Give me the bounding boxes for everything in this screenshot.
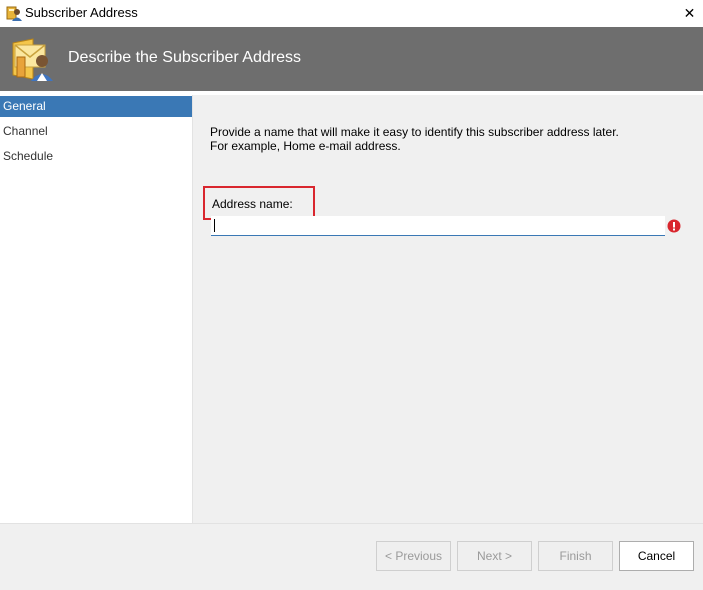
general-page: Provide a name that will make it easy to… — [193, 95, 703, 523]
close-icon: ✕ — [683, 5, 696, 21]
nav-item-label: Channel — [3, 124, 48, 138]
nav-item-general[interactable]: General — [0, 96, 192, 117]
wizard-navigation: General Channel Schedule — [0, 95, 193, 523]
address-name-input[interactable] — [211, 216, 665, 236]
description-line: For example, Home e-mail address. — [210, 139, 401, 153]
nav-item-label: General — [3, 99, 46, 113]
nav-item-label: Schedule — [3, 149, 54, 163]
close-button[interactable]: ✕ — [676, 0, 703, 27]
wizard-banner: Describe the Subscriber Address — [0, 27, 703, 91]
app-icon — [6, 5, 22, 21]
cancel-button[interactable]: Cancel — [619, 541, 694, 571]
previous-button[interactable]: < Previous — [376, 541, 451, 571]
wizard-footer: < Previous Next > Finish Cancel — [0, 523, 703, 590]
page-description: Provide a name that will make it easy to… — [210, 125, 680, 153]
nav-item-channel[interactable]: Channel — [0, 121, 192, 142]
text-caret — [214, 219, 215, 232]
title-bar: Subscriber Address ✕ — [0, 0, 703, 27]
address-name-label: Address name: — [212, 197, 293, 211]
subscriber-icon — [9, 35, 57, 83]
address-name-label-highlight: Address name: — [203, 186, 315, 220]
window-title: Subscriber Address — [25, 5, 138, 20]
nav-item-schedule[interactable]: Schedule — [0, 146, 192, 167]
error-icon — [667, 219, 681, 233]
next-button[interactable]: Next > — [457, 541, 532, 571]
finish-button[interactable]: Finish — [538, 541, 613, 571]
description-line: Provide a name that will make it easy to… — [210, 125, 619, 139]
banner-title: Describe the Subscriber Address — [68, 49, 301, 66]
